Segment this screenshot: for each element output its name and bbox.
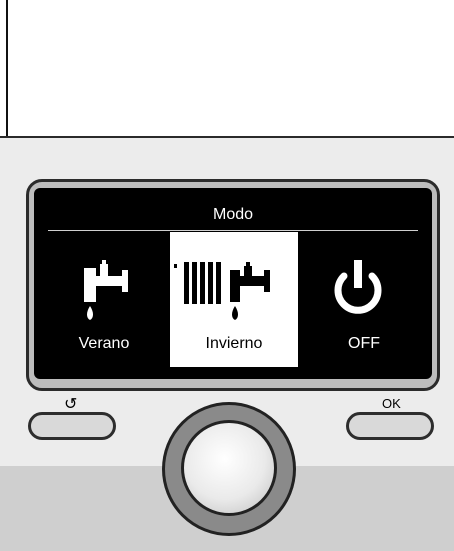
mode-option-off[interactable]: OFF	[300, 232, 428, 367]
ok-button[interactable]	[346, 412, 434, 440]
display-screen: Modo Verano Invierno OFF	[34, 188, 432, 379]
mode-option-verano[interactable]: Verano	[40, 232, 168, 367]
screen-title: Modo	[212, 206, 254, 223]
ok-label: OK	[382, 396, 401, 411]
back-button[interactable]	[28, 412, 116, 440]
left-rule	[6, 0, 8, 137]
mode-label-off: OFF	[348, 335, 380, 352]
screen-title-divider	[48, 230, 418, 231]
mode-label-invierno: Invierno	[205, 335, 263, 352]
radiator-tap-icon	[174, 262, 270, 320]
selector-knob[interactable]	[181, 420, 277, 516]
back-icon: ↺	[64, 396, 78, 413]
tap-icon	[84, 260, 128, 320]
top-area	[0, 0, 454, 137]
power-icon	[334, 260, 382, 314]
mode-label-verano: Verano	[78, 335, 130, 352]
mode-option-invierno[interactable]: Invierno	[170, 232, 298, 367]
